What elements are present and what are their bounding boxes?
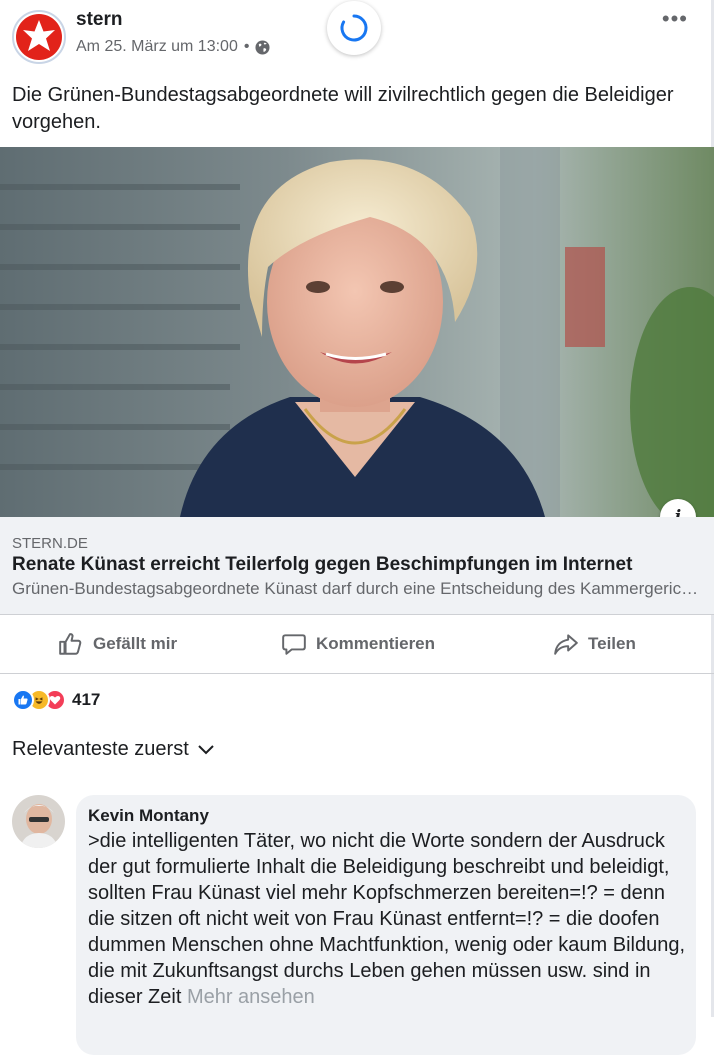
link-description: Grünen-Bundestagsabgeordnete Künast darf… [12, 579, 702, 598]
comment-button[interactable]: Kommentieren [281, 615, 435, 673]
action-bar: Gefällt mir Kommentieren Teilen [0, 614, 714, 674]
more-options-button[interactable]: ••• [662, 6, 688, 32]
link-preview[interactable]: STERN.DE Renate Künast erreicht Teilerfo… [0, 517, 714, 614]
commenter-photo [12, 795, 65, 848]
like-button[interactable]: Gefällt mir [58, 615, 177, 673]
stern-logo-icon [16, 14, 62, 60]
portrait-image [0, 147, 714, 517]
comment-icon [282, 634, 306, 655]
share-label: Teilen [588, 634, 636, 653]
loading-spinner-icon [340, 14, 368, 42]
like-reaction-icon [12, 689, 34, 711]
link-title[interactable]: Renate Künast erreicht Teilerfolg gegen … [12, 554, 632, 576]
post-timestamp[interactable]: Am 25. März um 13:00 [76, 38, 238, 56]
comment-body: >die intelligenten Täter, wo nicht die W… [88, 830, 686, 1008]
loading-spinner [327, 1, 381, 55]
page-name[interactable]: stern [76, 9, 122, 31]
see-more-link[interactable]: Mehr ansehen [187, 986, 315, 1008]
comment-label: Kommentieren [316, 634, 436, 653]
comment-bubble: Kevin Montany >die intelligenten Täter, … [76, 795, 696, 1055]
commenter-name[interactable]: Kevin Montany [88, 806, 209, 826]
commenter-avatar[interactable] [12, 795, 65, 848]
share-button[interactable]: Teilen [553, 615, 636, 673]
thumbs-up-icon [59, 633, 82, 655]
stern-logo-avatar[interactable] [12, 10, 66, 64]
post-header: stern Am 25. März um 13:00 • ••• [0, 0, 714, 70]
like-label: Gefällt mir [93, 634, 178, 653]
post-text: Die Grünen-Bundestagsabgeordnete will zi… [12, 84, 674, 133]
reaction-count: 417 [72, 690, 101, 709]
post-meta: Am 25. März um 13:00 • [76, 38, 270, 56]
meta-separator: • [243, 38, 250, 55]
share-icon [554, 634, 578, 655]
sort-label: Relevanteste zuerst [12, 738, 189, 760]
link-domain: STERN.DE [12, 535, 88, 552]
chevron-down-icon [198, 744, 214, 754]
article-photo[interactable] [0, 147, 714, 517]
comment-text: >die intelligenten Täter, wo nicht die W… [88, 828, 688, 1010]
comment-sort-dropdown[interactable]: Relevanteste zuerst [12, 738, 215, 761]
globe-icon [255, 39, 270, 55]
reactions-summary[interactable]: 417 [12, 689, 100, 711]
